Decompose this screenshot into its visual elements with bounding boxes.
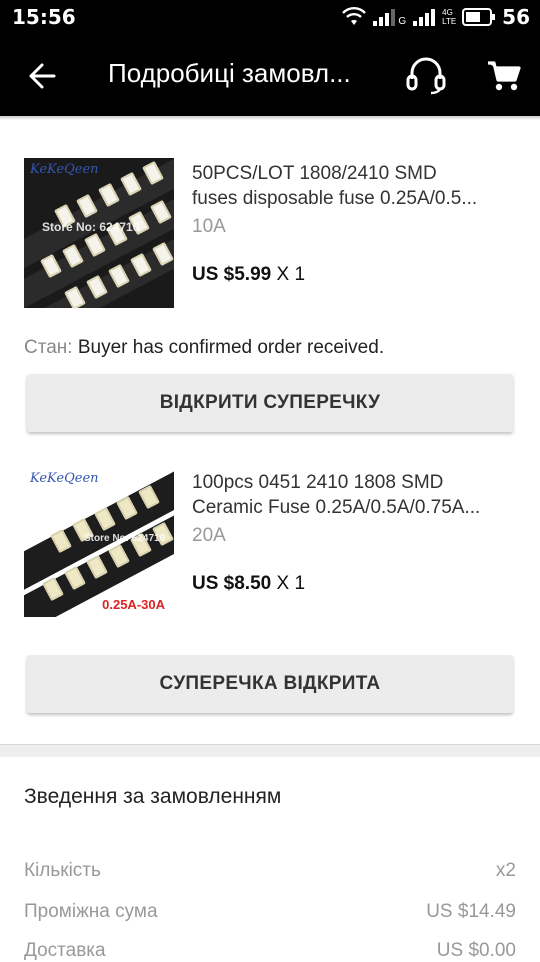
order-item-2[interactable]: KeKeQeen Store No: 624710 0.25A-30A 100p…: [0, 467, 540, 617]
product-price: US $8.50: [192, 573, 272, 594]
app-bar: Подробиці замовл...: [0, 34, 540, 116]
product-title-line2: Ceramic Fuse 0.25A/0.5A/0.75A...: [192, 497, 481, 518]
product-title-line1: 50PCS/LOT 1808/2410 SMD: [192, 163, 437, 184]
product-qty: X 1: [276, 573, 306, 594]
open-dispute-button[interactable]: ВІДКРИТИ СУПЕРЕЧКУ: [27, 374, 513, 432]
battery-icon: [462, 8, 496, 26]
summary-row-quantity: Кількість x2: [24, 860, 516, 882]
thumbnail-brand: KeKeQeen: [30, 162, 99, 177]
battery-level: 56: [502, 5, 530, 29]
status-time: 15:56: [12, 5, 76, 29]
thumbnail-watermark: Store No: 624710: [42, 220, 140, 234]
status-icons: G 4G LTE 56: [342, 5, 530, 29]
thumbnail-watermark: Store No: 624710: [84, 533, 166, 544]
product-title[interactable]: 100pcs 0451 2410 1808 SMD Ceramic Fuse 0…: [192, 470, 522, 520]
thumbnail-brand: KeKeQeen: [30, 471, 99, 486]
product-title[interactable]: 50PCS/LOT 1808/2410 SMD fuses disposable…: [192, 161, 522, 211]
thumbnail-range-label: 0.25A-30A: [97, 596, 170, 613]
product-variant: 10A: [192, 216, 226, 237]
back-button[interactable]: [22, 56, 62, 96]
section-divider: [0, 744, 540, 757]
arrow-left-icon: [29, 63, 56, 89]
support-button[interactable]: [403, 54, 449, 98]
cart-icon: [488, 61, 521, 91]
product-variant: 20A: [192, 525, 226, 546]
network-type-label: G: [398, 15, 407, 27]
headset-icon: [406, 57, 446, 95]
summary-row-shipping: Доставка US $0.00: [24, 940, 516, 962]
product-qty: X 1: [276, 264, 306, 285]
signal-icon: [373, 9, 396, 26]
product-thumbnail-2[interactable]: KeKeQeen Store No: 624710 0.25A-30A: [24, 467, 174, 617]
order-item-1[interactable]: KeKeQeen Store No: 624710 50PCS/LOT 1808…: [0, 158, 540, 308]
product-title-line1: 100pcs 0451 2410 1808 SMD: [192, 472, 444, 493]
product-title-line2: fuses disposable fuse 0.25A/0.5...: [192, 188, 478, 209]
order-status-label: Стан:: [24, 337, 73, 358]
summary-label: Доставка: [24, 940, 106, 961]
summary-value: US $14.49: [426, 901, 516, 922]
summary-label: Кількість: [24, 860, 101, 881]
product-price-row: US $8.50 X 1: [192, 573, 305, 595]
summary-label: Проміжна сума: [24, 901, 158, 922]
header-shadow: [0, 116, 540, 120]
summary-value: x2: [495, 860, 516, 881]
product-thumbnail-1[interactable]: KeKeQeen Store No: 624710: [24, 158, 174, 308]
order-status: Стан: Buyer has confirmed order received…: [24, 337, 384, 359]
product-price: US $5.99: [192, 264, 272, 285]
summary-value: US $0.00: [436, 940, 516, 961]
signal-icon-2: [413, 9, 436, 26]
status-bar: 15:56 G 4G LTE 56: [0, 0, 540, 34]
cart-button[interactable]: [482, 54, 526, 98]
summary-row-subtotal: Проміжна сума US $14.49: [24, 901, 516, 923]
wifi-icon: [342, 7, 367, 25]
product-price-row: US $5.99 X 1: [192, 264, 305, 286]
order-status-value: Buyer has confirmed order received.: [77, 337, 385, 358]
lte-label: 4G LTE: [442, 8, 457, 26]
dispute-opened-button[interactable]: СУПЕРЕЧКА ВІДКРИТА: [27, 655, 513, 713]
order-summary-title: Зведення за замовленням: [24, 785, 282, 808]
page-title: Подробиці замовл...: [108, 58, 351, 88]
